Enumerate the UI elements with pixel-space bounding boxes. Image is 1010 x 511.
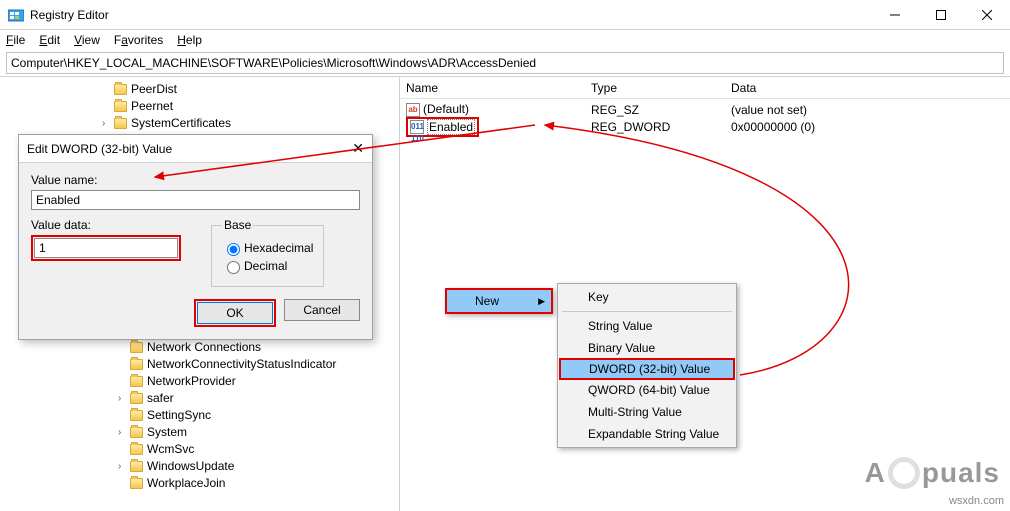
tree-item[interactable]: Peernet <box>0 98 399 115</box>
menu-help[interactable]: Help <box>177 33 202 47</box>
chevron-icon[interactable]: › <box>102 115 114 132</box>
tree-item-label: SettingSync <box>147 407 211 424</box>
close-button[interactable] <box>964 0 1010 30</box>
folder-icon <box>130 410 143 421</box>
context-multistring[interactable]: Multi-String Value <box>560 401 734 423</box>
col-data[interactable]: Data <box>725 81 1010 95</box>
dialog-close-button[interactable]: ✕ <box>352 140 364 157</box>
cancel-button[interactable]: Cancel <box>284 299 360 321</box>
folder-icon <box>130 427 143 438</box>
menu-favorites[interactable]: Favorites <box>114 33 163 47</box>
tree-item-label: Network Connections <box>147 339 261 356</box>
context-qword[interactable]: QWORD (64-bit) Value <box>560 379 734 401</box>
tree-item[interactable]: › SystemCertificates <box>0 115 399 132</box>
minimize-button[interactable] <box>872 0 918 30</box>
maximize-button[interactable] <box>918 0 964 30</box>
edit-dword-dialog: Edit DWORD (32-bit) Value ✕ Value name: … <box>18 134 373 340</box>
folder-icon <box>130 359 143 370</box>
context-menu-parent: New ▶ <box>445 288 553 314</box>
address-text: Computer\HKEY_LOCAL_MACHINE\SOFTWARE\Pol… <box>11 56 536 70</box>
tree-item-label: PeerDist <box>131 81 177 98</box>
value-name-label: Value name: <box>31 173 360 187</box>
tree-item[interactable]: PeerDist <box>0 81 399 98</box>
context-key[interactable]: Key <box>560 286 734 308</box>
folder-icon <box>114 84 127 95</box>
tree-item-label: Peernet <box>131 98 173 115</box>
window-title: Registry Editor <box>30 8 109 22</box>
tree-item[interactable]: WorkplaceJoin <box>0 475 399 492</box>
folder-icon <box>130 444 143 455</box>
context-dword[interactable]: DWORD (32-bit) Value <box>559 358 735 380</box>
value-name-input[interactable] <box>31 190 360 210</box>
list-row-default[interactable]: ab(Default) REG_SZ (value not set) <box>400 101 1010 118</box>
submenu-arrow-icon: ▶ <box>538 296 545 307</box>
regedit-icon <box>8 7 24 23</box>
watermark: A puals <box>865 457 1000 489</box>
tree-item-label: SystemCertificates <box>131 115 231 132</box>
tree-item[interactable]: › WindowsUpdate <box>0 458 399 475</box>
tree-item[interactable]: NetworkConnectivityStatusIndicator <box>0 356 399 373</box>
context-submenu: Key String Value Binary Value DWORD (32-… <box>557 283 737 448</box>
folder-icon <box>130 376 143 387</box>
tree-item-label: WindowsUpdate <box>147 458 234 475</box>
value-data-label: Value data: <box>31 218 181 232</box>
tree-item[interactable]: Network Connections <box>0 339 399 356</box>
list-row-enabled[interactable]: 011110Enabled REG_DWORD 0x00000000 (0) <box>400 118 1010 135</box>
menu-edit[interactable]: Edit <box>39 33 60 47</box>
folder-icon <box>130 461 143 472</box>
context-expstring[interactable]: Expandable String Value <box>560 423 734 445</box>
tree-item[interactable]: NetworkProvider <box>0 373 399 390</box>
tree-item-label: NetworkProvider <box>147 373 236 390</box>
string-value-icon: ab <box>406 103 420 117</box>
ok-button[interactable]: OK <box>197 302 273 324</box>
tree-item-label: WorkplaceJoin <box>147 475 225 492</box>
folder-icon <box>130 342 143 353</box>
base-label: Base <box>222 218 253 232</box>
base-fieldset: Base Hexadecimal Decimal <box>211 218 324 287</box>
tree-item[interactable]: › System <box>0 424 399 441</box>
chevron-icon[interactable]: › <box>118 424 130 441</box>
folder-icon <box>130 393 143 404</box>
address-bar[interactable]: Computer\HKEY_LOCAL_MACHINE\SOFTWARE\Pol… <box>6 52 1004 74</box>
col-type[interactable]: Type <box>585 81 725 95</box>
dialog-title: Edit DWORD (32-bit) Value <box>27 142 172 156</box>
chevron-icon[interactable]: › <box>118 390 130 407</box>
tree-item[interactable]: › safer <box>0 390 399 407</box>
menu-file[interactable]: File <box>6 33 25 47</box>
context-new[interactable]: New ▶ <box>447 290 551 312</box>
radio-dec[interactable] <box>227 261 240 274</box>
menu-bar: File Edit View Favorites Help <box>0 30 1010 50</box>
value-data-input[interactable] <box>34 238 178 258</box>
folder-icon <box>130 478 143 489</box>
dialog-title-bar[interactable]: Edit DWORD (32-bit) Value ✕ <box>19 135 372 163</box>
context-separator <box>562 311 732 312</box>
list-header[interactable]: Name Type Data <box>400 77 1010 99</box>
tree-item[interactable]: WcmSvc <box>0 441 399 458</box>
context-string[interactable]: String Value <box>560 315 734 337</box>
credit-text: wsxdn.com <box>949 495 1004 507</box>
folder-icon <box>114 118 127 129</box>
folder-icon <box>114 101 127 112</box>
dword-value-icon: 011110 <box>410 120 424 134</box>
tree-item-label: WcmSvc <box>147 441 194 458</box>
context-binary[interactable]: Binary Value <box>560 337 734 359</box>
chevron-icon[interactable]: › <box>118 458 130 475</box>
tree-item-label: System <box>147 424 187 441</box>
title-bar: Registry Editor <box>0 0 1010 30</box>
tree-item-label: NetworkConnectivityStatusIndicator <box>147 356 336 373</box>
gear-icon <box>888 457 920 489</box>
menu-view[interactable]: View <box>74 33 100 47</box>
tree-item[interactable]: SettingSync <box>0 407 399 424</box>
col-name[interactable]: Name <box>400 81 585 95</box>
radio-hex[interactable] <box>227 243 240 256</box>
tree-item-label: safer <box>147 390 174 407</box>
